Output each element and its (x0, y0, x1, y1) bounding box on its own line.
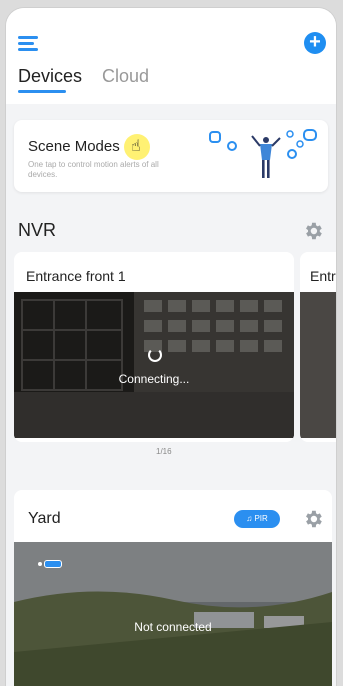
pir-label: PIR (254, 514, 268, 523)
pir-badge[interactable]: ♫ PIR (234, 510, 280, 528)
signal-dot (38, 562, 42, 566)
scene-modes-card[interactable]: Scene Modes ☝ One tap to control motion … (14, 120, 328, 192)
scene-modes-subtitle: One tap to control motion alerts of all … (28, 160, 159, 179)
app-screen: + Devices Cloud Scene Modes ☝ One tap to… (6, 8, 336, 686)
camera-name: Entrance front 1 (26, 268, 126, 284)
camera-preview[interactable] (14, 292, 294, 438)
active-tab-indicator (18, 90, 66, 93)
scene-illustration (209, 129, 317, 178)
next-camera-name: Entra (310, 268, 336, 284)
nvr-settings-gear-icon[interactable] (302, 220, 324, 242)
tab-devices[interactable]: Devices (18, 66, 82, 87)
add-device-button[interactable]: + (304, 32, 326, 54)
connecting-status: Connecting... (118, 372, 190, 386)
yard-camera-card[interactable]: Yard ♫ PIR Not connected (14, 490, 332, 686)
next-camera-card[interactable]: Entra (300, 252, 336, 442)
next-camera-preview[interactable] (300, 292, 336, 438)
menu-icon[interactable] (18, 36, 40, 52)
scene-modes-title: Scene Modes (28, 138, 120, 155)
nvr-camera-card[interactable]: Entrance front 1 Connecting... (14, 252, 294, 442)
person-illustration (251, 135, 281, 178)
tabs: Devices Cloud (18, 66, 149, 93)
nvr-title: NVR (18, 220, 57, 240)
yard-title: Yard (28, 510, 61, 527)
tab-cloud[interactable]: Cloud (102, 66, 149, 87)
battery-icon (44, 560, 62, 568)
page-indicator: 1/16 (156, 447, 172, 456)
hand-cursor-icon: ☝ (131, 138, 141, 155)
top-bar: + Devices Cloud (6, 8, 336, 104)
not-connected-status: Not connected (134, 620, 212, 634)
yard-settings-gear-icon[interactable] (302, 508, 324, 530)
loading-spinner-icon (148, 348, 162, 362)
bell-icon: ♫ (246, 514, 253, 523)
